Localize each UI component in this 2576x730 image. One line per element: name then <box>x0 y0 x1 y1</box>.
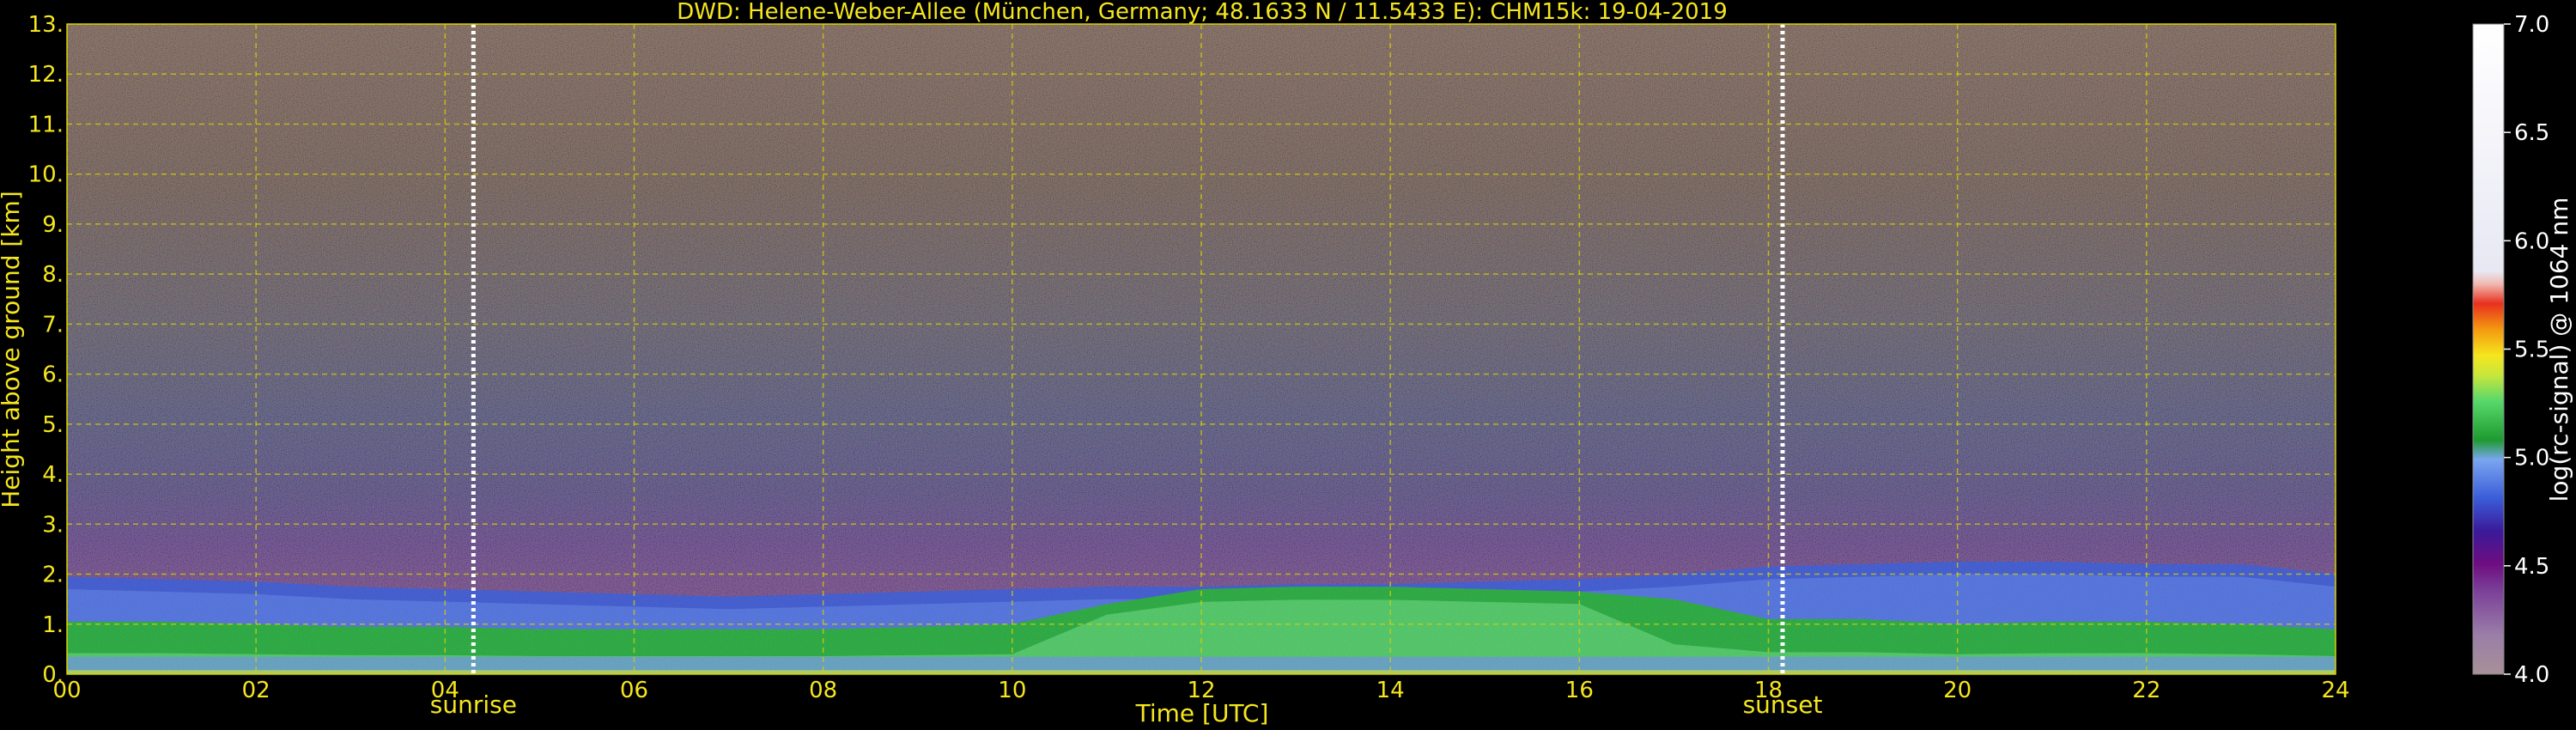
colorbar-gradient <box>2473 24 2504 674</box>
x-tick-label: 14 <box>1376 678 1405 703</box>
y-tick-label: 1. <box>42 612 64 638</box>
y-tick-label: 8. <box>42 262 64 288</box>
y-axis-label: Height above ground [km] <box>0 191 25 508</box>
x-tick-label: 08 <box>809 678 837 703</box>
y-tick-label: 10. <box>28 162 64 188</box>
sunrise-label: sunrise <box>430 690 517 719</box>
colorbar-tick-label: 7.0 <box>2514 12 2549 38</box>
y-tick-label: 9. <box>42 212 64 238</box>
y-tick-label: 7. <box>42 312 64 338</box>
x-tick-label: 02 <box>242 678 270 703</box>
sunset-label: sunset <box>1743 690 1823 719</box>
x-tick-label: 24 <box>2321 678 2349 703</box>
x-tick-label: 10 <box>998 678 1026 703</box>
y-tick-label: 2. <box>42 563 64 588</box>
colorbar-tick-label: 4.0 <box>2514 662 2549 688</box>
y-tick-label: 11. <box>28 112 64 137</box>
y-tick-label: 12. <box>28 62 64 88</box>
colorbar-tick-label: 4.5 <box>2514 554 2549 580</box>
x-tick-label: 16 <box>1565 678 1594 703</box>
x-axis-label: Time [UTC] <box>1135 699 1269 727</box>
y-tick-label: 6. <box>42 362 64 388</box>
x-tick-label: 00 <box>52 678 81 703</box>
colorbar-label: log(rc-signal) @ 1064 nm <box>2545 198 2573 502</box>
colorbar-tick-label: 6.5 <box>2514 120 2549 146</box>
lidar-backscatter-chart: DWD: Helene-Weber-Allee (München, German… <box>0 0 2573 727</box>
x-tick-label: 06 <box>620 678 648 703</box>
x-tick-label: 20 <box>1943 678 1971 703</box>
x-tick-label: 22 <box>2132 678 2160 703</box>
colorbar: 4.04.55.05.56.06.57.0 log(rc-signal) @ 1… <box>2472 12 2573 688</box>
plot-area <box>67 24 2336 674</box>
y-tick-label: 4. <box>42 462 64 488</box>
y-tick-label: 5. <box>42 412 64 438</box>
y-tick-label: 3. <box>42 512 64 538</box>
chart-title: DWD: Helene-Weber-Allee (München, German… <box>677 0 1728 25</box>
y-tick-label: 13. <box>28 12 64 38</box>
